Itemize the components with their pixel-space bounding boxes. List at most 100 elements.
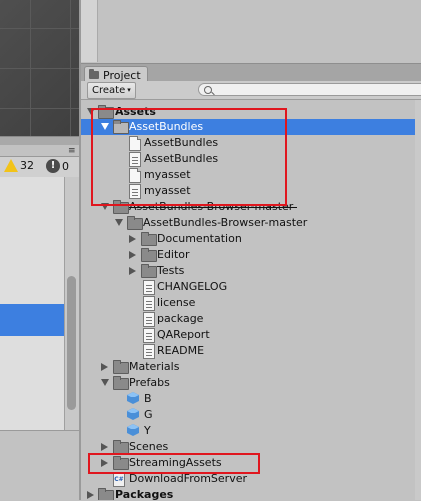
console-menu-icon[interactable]: ≡ [68, 146, 76, 156]
text-file-icon [129, 184, 141, 199]
folder-icon [113, 200, 129, 214]
tree-item-label: AssetBundles [144, 152, 219, 165]
tree-item-assetbundles[interactable]: AssetBundles [81, 119, 421, 135]
collapse-arrow-icon[interactable] [101, 459, 108, 467]
tree-item-scenes[interactable]: Scenes [81, 439, 421, 455]
search-icon [204, 86, 212, 94]
folder-icon [141, 232, 157, 246]
prefab-cube-icon [127, 408, 139, 420]
error-count: 0 [62, 159, 69, 173]
text-file-icon [143, 328, 155, 343]
tree-item-browser-master-inner[interactable]: AssetBundles-Browser-master [81, 215, 421, 231]
expand-arrow-icon[interactable] [115, 219, 123, 226]
tree-item-label: Scenes [129, 440, 169, 453]
tree-item-label: license [157, 296, 196, 309]
tree-item-assetbundles-manifest[interactable]: AssetBundles [81, 151, 421, 167]
tree-item-materials[interactable]: Materials [81, 359, 421, 375]
folder-icon [127, 216, 143, 230]
tree-item-myasset-file[interactable]: myasset [81, 167, 421, 183]
tree-item-package[interactable]: package [81, 311, 421, 327]
text-file-icon [129, 152, 141, 167]
tree-item-tests[interactable]: Tests [81, 263, 421, 279]
expand-arrow-icon[interactable] [87, 108, 95, 115]
inspector-area [81, 0, 421, 63]
tree-item-documentation[interactable]: Documentation [81, 231, 421, 247]
tree-item-label: Prefabs [129, 376, 170, 389]
tree-item-qareport[interactable]: QAReport [81, 327, 421, 343]
project-toolbar: Create ▾ [81, 81, 421, 100]
expand-arrow-icon[interactable] [101, 379, 109, 386]
text-file-icon [143, 280, 155, 295]
tab-bar: Project [81, 63, 421, 83]
tree-item-packages[interactable]: Packages [81, 487, 421, 500]
tree-item-downloadfromserver[interactable]: C# DownloadFromServer [81, 471, 421, 487]
tree-item-label: README [157, 344, 205, 357]
overlap-line [129, 207, 297, 208]
tree-item-label: Y [144, 424, 151, 437]
expand-arrow-icon[interactable] [101, 123, 109, 130]
create-button[interactable]: Create ▾ [87, 82, 136, 99]
chevron-down-icon: ▾ [127, 86, 131, 94]
tree-item-label: StreamingAssets [129, 456, 222, 469]
tree-item-streamingassets[interactable]: StreamingAssets [81, 455, 421, 471]
text-file-icon [143, 344, 155, 359]
collapse-arrow-icon[interactable] [101, 363, 108, 371]
tree-item-label: Editor [157, 248, 190, 261]
tree-item-prefabs[interactable]: Prefabs [81, 375, 421, 391]
collapse-arrow-icon[interactable] [129, 251, 136, 259]
console-toolbar: 32 ! 0 [0, 156, 79, 178]
project-scrollbar[interactable] [415, 100, 421, 500]
tree-item-editor[interactable]: Editor [81, 247, 421, 263]
console-scrollbar[interactable] [64, 177, 79, 430]
search-input[interactable] [198, 83, 421, 96]
warning-count: 32 [20, 159, 34, 172]
error-toggle[interactable]: ! 0 [46, 159, 69, 173]
console-selected-entry[interactable] [0, 304, 64, 336]
folder-icon [89, 69, 99, 79]
file-icon [129, 168, 141, 183]
folder-icon [141, 264, 157, 278]
tree-item-prefab-g[interactable]: G [81, 407, 421, 423]
folder-icon [113, 440, 129, 454]
tree-item-assets[interactable]: Assets [81, 104, 421, 120]
tree-item-label: QAReport [157, 328, 210, 341]
tree-item-label: AssetBundles-Browser-master [143, 216, 308, 229]
console-detail-area [0, 430, 79, 501]
collapse-arrow-icon[interactable] [101, 443, 108, 451]
tree-item-assetbundles-file[interactable]: AssetBundles [81, 135, 421, 151]
warning-icon [4, 159, 18, 172]
folder-icon [113, 456, 129, 470]
tree-item-myasset-manifest[interactable]: myasset [81, 183, 421, 199]
tree-item-license[interactable]: license [81, 295, 421, 311]
tree-item-changelog[interactable]: CHANGELOG [81, 279, 421, 295]
tree-item-readme[interactable]: README [81, 343, 421, 359]
top-scrollbar[interactable] [81, 0, 98, 62]
folder-icon [113, 360, 129, 374]
tab-project-label: Project [103, 68, 141, 82]
tree-item-label: package [157, 312, 204, 325]
tree-item-label: Tests [157, 264, 185, 277]
console-scroll-thumb[interactable] [67, 276, 76, 410]
warning-toggle[interactable]: 32 [4, 159, 34, 172]
text-file-icon [143, 312, 155, 327]
tree-item-prefab-b[interactable]: B [81, 391, 421, 407]
project-tree[interactable]: Assets AssetBundles AssetBundles AssetBu… [81, 100, 421, 500]
error-icon: ! [46, 159, 60, 173]
tree-item-label: CHANGELOG [157, 280, 228, 293]
tree-item-label: myasset [144, 168, 191, 181]
overlap-line [115, 108, 157, 109]
collapse-arrow-icon[interactable] [129, 267, 136, 275]
tree-item-prefab-y[interactable]: Y [81, 423, 421, 439]
folder-icon [113, 120, 129, 134]
tree-item-label: B [144, 392, 152, 405]
collapse-arrow-icon[interactable] [87, 491, 94, 499]
folder-icon [98, 488, 114, 500]
expand-arrow-icon[interactable] [101, 203, 109, 210]
prefab-cube-icon [127, 392, 139, 404]
prefab-cube-icon [127, 424, 139, 436]
tree-item-label: AssetBundles [129, 120, 204, 133]
collapse-arrow-icon[interactable] [129, 235, 136, 243]
tree-item-label: Documentation [157, 232, 242, 245]
folder-icon [141, 248, 157, 262]
scene-view[interactable] [0, 0, 79, 136]
